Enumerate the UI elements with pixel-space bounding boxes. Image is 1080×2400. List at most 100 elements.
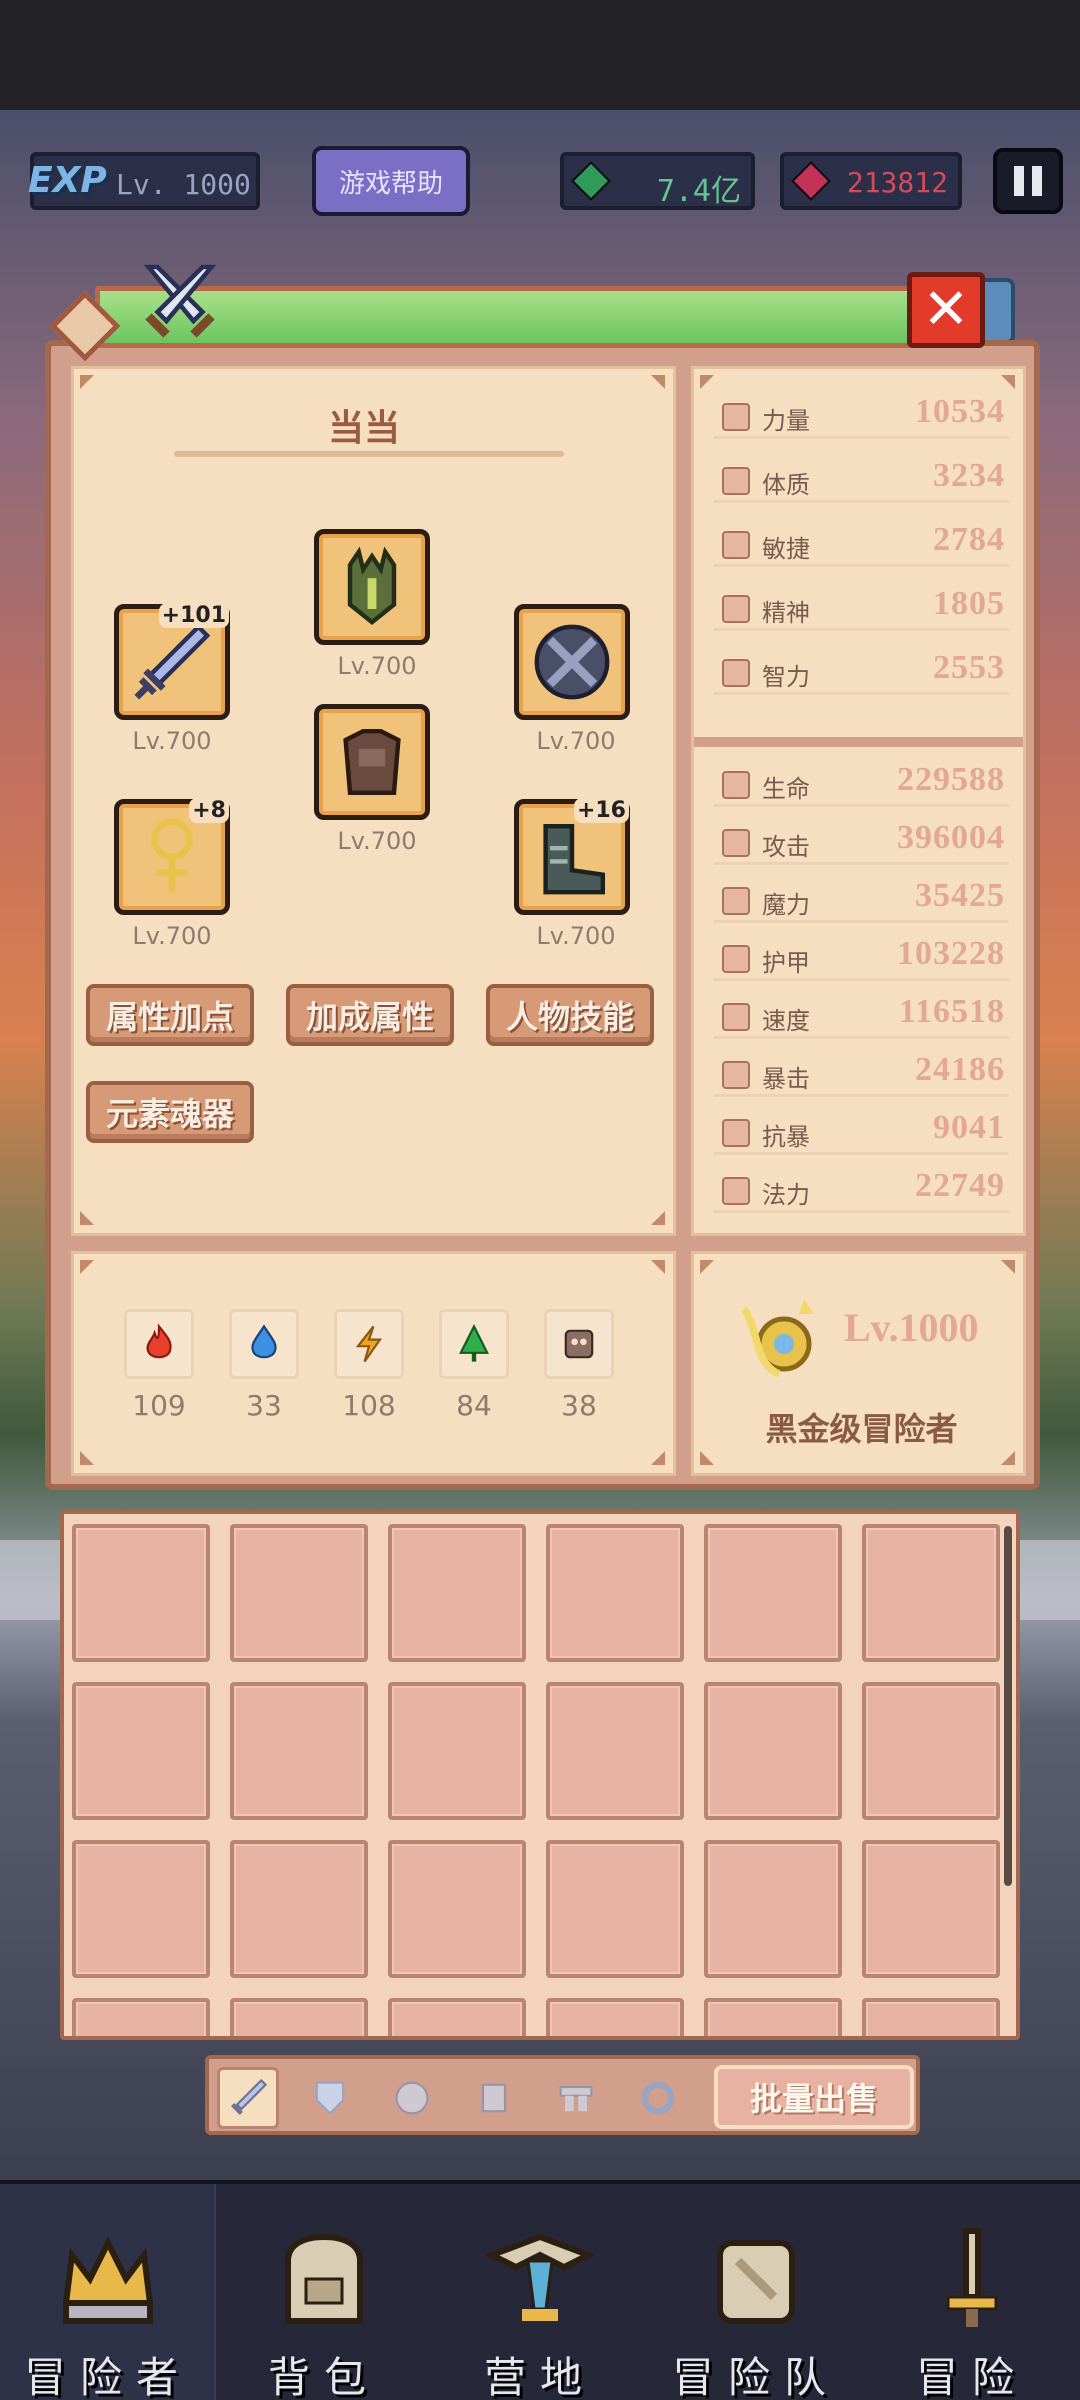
green-gem-value: 7.4亿: [656, 174, 741, 209]
stat-value: 22749: [915, 1167, 1005, 1204]
character-skills-button[interactable]: 人物技能: [486, 984, 654, 1046]
inventory-slot[interactable]: [72, 1524, 210, 1662]
inventory-slot[interactable]: [704, 1524, 842, 1662]
armor-tab-icon: [481, 2083, 507, 2113]
stat-value: 396004: [897, 819, 1005, 856]
tab-rings[interactable]: [627, 2067, 689, 2129]
nav-camp[interactable]: 营地: [432, 2184, 648, 2400]
stat-hp: 生命 229588: [714, 757, 1009, 807]
inventory-scrollbar[interactable]: [1004, 1526, 1012, 1886]
inventory-slot[interactable]: [546, 1524, 684, 1662]
stat-value: 103228: [897, 935, 1005, 972]
boots-icon: [543, 824, 605, 895]
stat-value: 35425: [915, 877, 1005, 914]
inventory-slot[interactable]: [230, 1682, 368, 1820]
status-strip: [0, 0, 1080, 110]
inventory-slot[interactable]: [388, 1682, 526, 1820]
nav-backpack[interactable]: 背包: [216, 2184, 432, 2400]
inventory-tabbar: 批量出售: [205, 2055, 920, 2135]
inventory-slot[interactable]: [72, 1840, 210, 1978]
lightning-element-icon[interactable]: [334, 1309, 404, 1379]
inventory-slot[interactable]: [72, 1682, 210, 1820]
stat-label: 护甲: [762, 949, 810, 977]
stat-crit: 暴击 24186: [714, 1047, 1009, 1097]
equip-slot-accessory[interactable]: +8: [114, 798, 230, 915]
stat-agility: 敏捷 2784: [714, 517, 1009, 567]
inventory-slot[interactable]: [72, 1998, 210, 2036]
attribute-points-button[interactable]: 属性加点: [86, 984, 254, 1046]
inventory-slot[interactable]: [704, 1682, 842, 1820]
crit-resist-icon: [722, 1119, 750, 1147]
bulk-sell-button[interactable]: 批量出售: [714, 2065, 914, 2129]
fire-element-icon[interactable]: [124, 1309, 194, 1379]
element-soul-button[interactable]: 元素魂器: [86, 1081, 254, 1143]
green-gem-icon: [570, 160, 612, 202]
inventory-slot[interactable]: [230, 1840, 368, 1978]
enhance-level: +16: [573, 798, 629, 823]
equip-level: Lv.700: [132, 727, 212, 755]
tab-weapons[interactable]: [217, 2067, 279, 2129]
tab-armor[interactable]: [463, 2067, 525, 2129]
stat-speed: 速度 116518: [714, 989, 1009, 1039]
bonus-attributes-button[interactable]: 加成属性: [286, 984, 454, 1046]
nav-label: 背包: [267, 2353, 380, 2400]
helmet-icon: [347, 546, 397, 626]
nav-adventure[interactable]: 冒险: [864, 2184, 1080, 2400]
equip-slot-armor[interactable]: [314, 704, 430, 820]
stat-label: 攻击: [762, 833, 810, 861]
elements-area: 109 33 108 84 38: [71, 1251, 676, 1476]
stat-value: 3234: [933, 457, 1005, 494]
stat-value: 2553: [933, 649, 1005, 686]
brain-icon: [722, 659, 750, 687]
close-button[interactable]: ✕: [907, 272, 985, 348]
sword-icon: [722, 829, 750, 857]
stat-magic: 魔力 35425: [714, 873, 1009, 923]
inventory-slot[interactable]: [230, 1524, 368, 1662]
nav-party[interactable]: 冒险队: [648, 2184, 864, 2400]
inventory-slot[interactable]: [230, 1998, 368, 2036]
inventory-slot[interactable]: [546, 1682, 684, 1820]
stat-mana: 法力 22749: [714, 1163, 1009, 1213]
equip-slot-helmet[interactable]: [314, 529, 430, 645]
red-gem-value: 213812: [846, 166, 948, 199]
game-help-button[interactable]: 游戏帮助: [312, 146, 470, 216]
inventory-slot[interactable]: [862, 1840, 1000, 1978]
equip-level: Lv.700: [337, 827, 417, 855]
equip-level: Lv.700: [337, 652, 417, 680]
dark-element-icon[interactable]: [544, 1309, 614, 1379]
inventory-grid: [60, 1510, 1020, 2040]
stat-value: 9041: [933, 1109, 1005, 1146]
boot-icon: [722, 531, 750, 559]
tab-boots[interactable]: [545, 2067, 607, 2129]
sword-icon: [134, 623, 211, 700]
inventory-slot[interactable]: [388, 1524, 526, 1662]
inventory-slot[interactable]: [862, 1998, 1000, 2036]
water-element-icon[interactable]: [229, 1309, 299, 1379]
enhance-level: +101: [158, 603, 229, 628]
equip-level: Lv.700: [536, 922, 616, 950]
boots-tab-icon: [559, 2085, 593, 2112]
inventory-slot[interactable]: [862, 1524, 1000, 1662]
panel-divider: [679, 366, 689, 1236]
inventory-slot[interactable]: [704, 1840, 842, 1978]
tab-helmets[interactable]: [381, 2067, 443, 2129]
stat-crit-resist: 抗暴 9041: [714, 1105, 1009, 1155]
inventory-slot[interactable]: [546, 1840, 684, 1978]
equip-slot-boots[interactable]: +16: [514, 798, 630, 915]
inventory-slot[interactable]: [388, 1840, 526, 1978]
equip-slot-shield[interactable]: [514, 604, 630, 720]
inventory-slot[interactable]: [704, 1998, 842, 2036]
backpack-icon: [285, 2233, 363, 2324]
inventory-slot[interactable]: [388, 1998, 526, 2036]
name-underline: [174, 451, 564, 457]
nature-element-icon[interactable]: [439, 1309, 509, 1379]
strength-icon: [722, 403, 750, 431]
nav-adventurer[interactable]: 冒险者: [0, 2184, 216, 2400]
equip-slot-weapon[interactable]: +101: [114, 603, 230, 720]
pause-button[interactable]: [993, 148, 1063, 214]
tab-shields[interactable]: [299, 2067, 361, 2129]
panel-frame: 当当 +101 Lv.700 Lv.700 Lv.700 Lv.700 +8 L…: [45, 340, 1040, 1490]
inventory-slot[interactable]: [862, 1682, 1000, 1820]
inventory-slot[interactable]: [546, 1998, 684, 2036]
stat-label: 魔力: [762, 891, 810, 919]
